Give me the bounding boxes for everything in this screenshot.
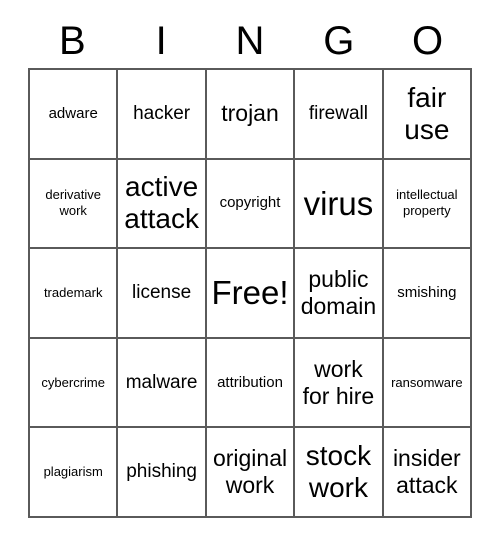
bingo-cell[interactable]: plagiarism: [30, 428, 119, 518]
bingo-cell-label: smishing: [397, 283, 457, 301]
bingo-cell-label: phishing: [126, 461, 197, 483]
bingo-row: adware hacker trojan firewall fair use: [30, 70, 473, 160]
header-letter-g: G: [323, 19, 355, 63]
bingo-cell[interactable]: license: [118, 249, 207, 339]
bingo-cell[interactable]: cybercrime: [30, 338, 119, 429]
bingo-cell[interactable]: work for hire: [295, 338, 384, 429]
bingo-cell-label: public domain: [300, 265, 377, 319]
bingo-cell-label: work for hire: [302, 355, 375, 409]
bingo-row: derivative work active attack copyright …: [30, 159, 473, 250]
bingo-cell-label: hacker: [133, 102, 191, 124]
bingo-cell-label: derivative work: [45, 187, 102, 219]
bingo-cell-label: Free!: [211, 274, 289, 312]
bingo-grid: adware hacker trojan firewall fair use d…: [28, 68, 473, 518]
bingo-cell-label: stock work: [305, 440, 372, 504]
header-letter-n: N: [235, 19, 265, 63]
bingo-cell[interactable]: phishing: [118, 428, 207, 518]
bingo-cell[interactable]: original work: [206, 428, 296, 518]
bingo-cell-label: original work: [212, 445, 288, 499]
bingo-cell-label: intellectual property: [396, 187, 458, 219]
bingo-cell[interactable]: derivative work: [30, 159, 119, 250]
bingo-cell[interactable]: stock work: [295, 428, 384, 518]
bingo-row: plagiarism phishing original work stock …: [30, 428, 473, 518]
bingo-cell-label: copyright: [219, 194, 281, 212]
bingo-cell[interactable]: virus: [295, 159, 384, 250]
bingo-cell[interactable]: public domain: [295, 249, 384, 339]
bingo-cell[interactable]: hacker: [118, 70, 207, 160]
bingo-cell-label: insider attack: [392, 445, 461, 499]
bingo-cell-label: plagiarism: [43, 464, 103, 480]
bingo-cell-label: adware: [48, 104, 98, 122]
bingo-cell[interactable]: firewall: [295, 70, 384, 160]
bingo-cell[interactable]: active attack: [118, 159, 207, 250]
bingo-cell-label: ransomware: [391, 374, 463, 390]
bingo-cell-label: virus: [303, 184, 374, 222]
bingo-cell-label: firewall: [308, 102, 368, 124]
bingo-cell[interactable]: fair use: [383, 70, 473, 160]
bingo-cell[interactable]: attribution: [206, 338, 296, 429]
bingo-cell-label: cybercrime: [41, 374, 105, 390]
bingo-cell-label: license: [132, 281, 192, 303]
bingo-cell[interactable]: smishing: [383, 249, 473, 339]
bingo-cell[interactable]: malware: [118, 338, 207, 429]
bingo-cell[interactable]: intellectual property: [383, 159, 473, 250]
bingo-cell[interactable]: trojan: [206, 70, 296, 160]
bingo-card: B I N G O adware hacker trojan firewall …: [28, 14, 473, 518]
bingo-cell[interactable]: adware: [30, 70, 119, 160]
bingo-cell-label: trademark: [43, 284, 103, 300]
bingo-cell-label: fair use: [404, 81, 450, 145]
bingo-cell-free[interactable]: Free!: [206, 249, 296, 339]
bingo-row: trademark license Free! public domain sm…: [30, 249, 473, 339]
bingo-cell[interactable]: insider attack: [383, 428, 473, 518]
bingo-cell[interactable]: ransomware: [383, 338, 473, 429]
bingo-cell-label: active attack: [124, 171, 199, 235]
bingo-cell[interactable]: copyright: [206, 159, 296, 250]
bingo-cell[interactable]: trademark: [30, 249, 119, 339]
bingo-cell-label: malware: [125, 371, 198, 393]
header-letter-i: I: [155, 19, 167, 63]
header-letter-b: B: [59, 19, 86, 63]
header-letter-o: O: [412, 19, 444, 63]
bingo-cell-label: trojan: [221, 100, 279, 127]
bingo-row: cybercrime malware attribution work for …: [30, 338, 473, 429]
bingo-cell-label: attribution: [217, 373, 283, 391]
bingo-header: B I N G O: [28, 14, 472, 68]
